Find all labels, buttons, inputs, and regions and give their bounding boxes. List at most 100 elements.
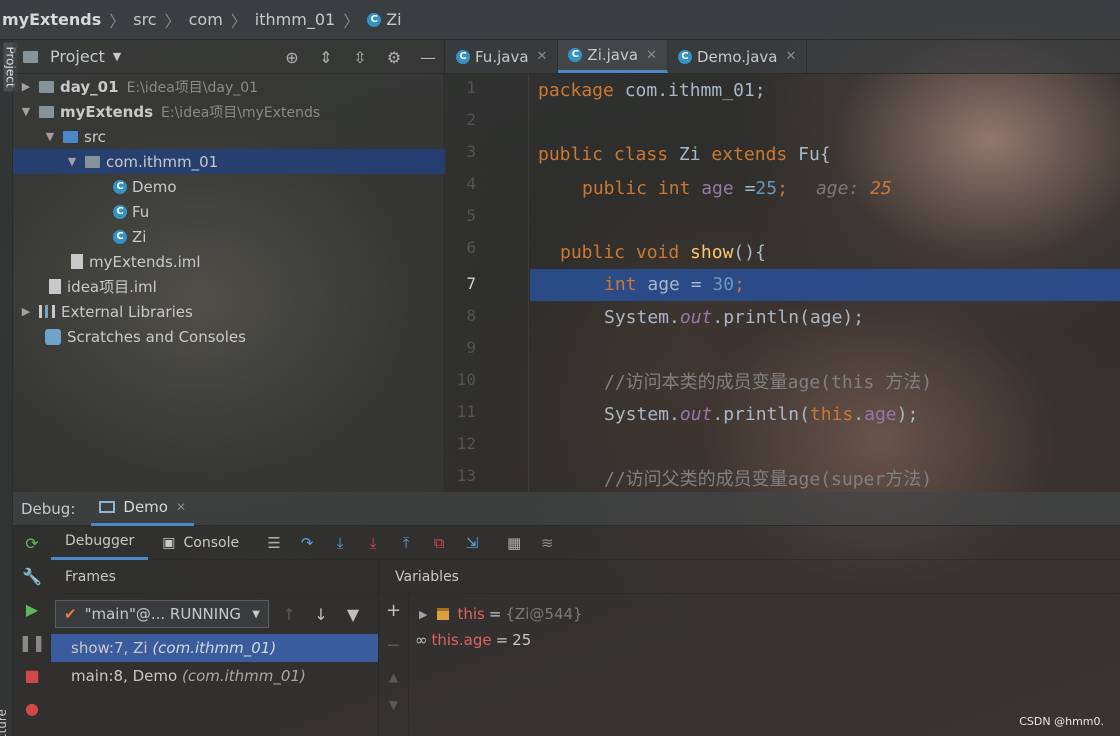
menu-icon[interactable]: ☰ xyxy=(262,531,286,555)
step-into-icon[interactable]: ⤓ xyxy=(328,531,352,555)
arrow-up-icon[interactable]: ↑ xyxy=(277,605,301,624)
breakpoints-icon[interactable]: ● xyxy=(25,699,39,718)
line-number-current: 7 xyxy=(466,274,476,293)
iml-file-icon xyxy=(49,279,61,294)
drop-frame-icon[interactable]: ⧉ xyxy=(427,531,451,555)
move-down-icon[interactable]: ▼ xyxy=(389,698,398,712)
step-out-icon[interactable]: ⤒ xyxy=(394,531,418,555)
code-line-1: package com.ithmm_01; xyxy=(538,80,766,101)
code-editor[interactable]: C Fu.java ✕ C Zi.java ✕ C Demo.java ✕ 1 … xyxy=(446,40,1120,492)
code-line-8: System.out.println(age); xyxy=(604,307,865,328)
tab-console[interactable]: ▣ Console xyxy=(148,526,253,560)
close-icon[interactable]: ✕ xyxy=(785,49,796,64)
tree-item-idea-iml[interactable]: idea项目.iml xyxy=(13,274,445,299)
tree-item-day01[interactable]: ▶ day_01 E:\idea项目\day_01 xyxy=(13,74,445,99)
variables-title: Variables xyxy=(379,560,1120,594)
expand-all-icon[interactable]: ⇕ xyxy=(316,48,336,68)
project-panel-header: Project ▼ ⊕ ⇕ ⇳ ⚙ — xyxy=(13,40,444,74)
chevron-right-icon: 〉 xyxy=(164,11,181,31)
project-view-selector[interactable]: Project xyxy=(50,47,105,66)
thread-select[interactable]: ✔ "main"@... RUNNING ▼ xyxy=(55,600,269,628)
chevron-down-icon[interactable]: ▼ xyxy=(19,105,33,118)
code-line-11: System.out.println(this.age); xyxy=(604,404,919,425)
tree-item-scratches[interactable]: Scratches and Consoles xyxy=(13,324,445,349)
chevron-down-icon[interactable]: ▼ xyxy=(65,155,79,168)
chevron-down-icon[interactable]: ▼ xyxy=(43,130,57,143)
step-over-icon[interactable]: ↷ xyxy=(295,531,319,555)
chevron-right-icon: 〉 xyxy=(109,11,126,31)
hide-icon[interactable]: — xyxy=(418,48,438,68)
line-number: 4 xyxy=(466,174,476,193)
code-line-3: public class Zi extends Fu{ xyxy=(538,144,831,165)
tree-item-zi[interactable]: C Zi xyxy=(13,224,445,249)
tab-zi-java[interactable]: C Zi.java ✕ xyxy=(558,40,668,73)
chevron-down-icon: ▼ xyxy=(252,608,260,620)
close-icon[interactable]: ✕ xyxy=(537,49,548,64)
library-icon xyxy=(39,305,55,318)
move-up-icon[interactable]: ▲ xyxy=(389,670,398,684)
add-watch-icon[interactable]: + xyxy=(386,600,401,621)
line-number: 6 xyxy=(466,238,476,257)
run-to-cursor-icon[interactable]: ⇲ xyxy=(460,531,484,555)
watermark: CSDN @hmm0. xyxy=(1019,715,1104,728)
editor-tabbar: C Fu.java ✕ C Zi.java ✕ C Demo.java ✕ xyxy=(446,40,1120,74)
remove-watch-icon[interactable]: − xyxy=(386,635,401,656)
line-number: 1 xyxy=(466,78,476,97)
variable-row[interactable]: ▶ this = {Zi@544} xyxy=(419,601,583,627)
debug-session-tab[interactable]: Demo ✕ xyxy=(91,492,195,526)
arrow-down-icon[interactable]: ↓ xyxy=(309,605,333,624)
evaluate-icon[interactable]: ▦ xyxy=(502,531,526,555)
collapse-all-icon[interactable]: ⇳ xyxy=(350,48,370,68)
chevron-right-icon: 〉 xyxy=(343,11,360,31)
debug-side-toolbar: ⟳ 🔧 ▶ ❚❚ ■ ● xyxy=(13,526,51,736)
class-icon: C xyxy=(568,48,583,62)
close-icon[interactable]: ✕ xyxy=(646,48,657,63)
pause-icon[interactable]: ❚❚ xyxy=(19,633,46,652)
chevron-right-icon[interactable]: ▶ xyxy=(19,305,33,318)
filter-icon[interactable]: ▼ xyxy=(341,605,365,624)
frame-row[interactable]: show:7, Zi (com.ithmm_01) xyxy=(51,634,378,662)
breadcrumb-com[interactable]: com xyxy=(189,10,223,29)
tree-item-demo[interactable]: C Demo xyxy=(13,174,445,199)
watch-row[interactable]: ∞ this.age = 25 xyxy=(415,627,531,653)
line-number: 10 xyxy=(456,370,476,389)
class-icon: C xyxy=(367,12,382,27)
chevron-right-icon[interactable]: ▶ xyxy=(19,80,33,93)
tree-item-myextends-iml[interactable]: myExtends.iml xyxy=(13,249,445,274)
dropdown-caret-icon[interactable]: ▼ xyxy=(113,50,121,63)
wrench-icon[interactable]: 🔧 xyxy=(22,567,42,586)
tree-item-fu[interactable]: C Fu xyxy=(13,199,445,224)
module-folder-icon xyxy=(39,105,54,118)
stop-icon[interactable]: ■ xyxy=(24,666,39,685)
tab-debugger[interactable]: Debugger xyxy=(51,526,149,560)
tab-fu-java[interactable]: C Fu.java ✕ xyxy=(446,40,559,73)
line-number: 13 xyxy=(456,466,476,485)
line-number: 9 xyxy=(466,338,476,357)
tree-item-package[interactable]: ▼ com.ithmm_01 xyxy=(13,149,445,174)
breadcrumb-project[interactable]: myExtends xyxy=(2,10,101,29)
class-icon: C xyxy=(456,49,470,64)
rerun-icon[interactable]: ⟳ xyxy=(25,534,38,553)
breadcrumb-package[interactable]: ithmm_01 xyxy=(255,10,335,29)
tab-demo-java[interactable]: C Demo.java ✕ xyxy=(668,40,808,73)
debug-tool-window: Debug: Demo ✕ ⟳ 🔧 ▶ ❚❚ ■ ● Debugger ▣ Co… xyxy=(13,492,1120,736)
breadcrumb-class[interactable]: Zi xyxy=(386,10,401,29)
structure-side-tab[interactable]: Structure xyxy=(0,709,9,736)
locate-icon[interactable]: ⊕ xyxy=(282,48,302,68)
frame-row[interactable]: main:8, Demo (com.ithmm_01) xyxy=(51,662,378,690)
code-line-6: public void show(){ xyxy=(560,242,766,263)
force-step-into-icon[interactable]: ⤓ xyxy=(361,531,385,555)
close-icon[interactable]: ✕ xyxy=(176,500,186,514)
tree-item-src[interactable]: ▼ src xyxy=(13,124,445,149)
chevron-right-icon: 〉 xyxy=(230,11,247,31)
breadcrumb-src[interactable]: src xyxy=(133,10,156,29)
gear-icon[interactable]: ⚙ xyxy=(384,48,404,68)
tree-item-external-libraries[interactable]: ▶ External Libraries xyxy=(13,299,445,324)
chevron-right-icon[interactable]: ▶ xyxy=(419,608,427,621)
tree-item-myextends[interactable]: ▼ myExtends E:\idea项目\myExtends xyxy=(13,99,445,124)
project-view-icon xyxy=(23,50,38,63)
resume-icon[interactable]: ▶ xyxy=(26,600,38,619)
trace-icon[interactable]: ≋ xyxy=(535,531,559,555)
debug-label: Debug: xyxy=(21,499,76,518)
line-number-gutter: 1 2 3 4 5 6 7 8 9 10 11 12 13 xyxy=(446,74,529,492)
